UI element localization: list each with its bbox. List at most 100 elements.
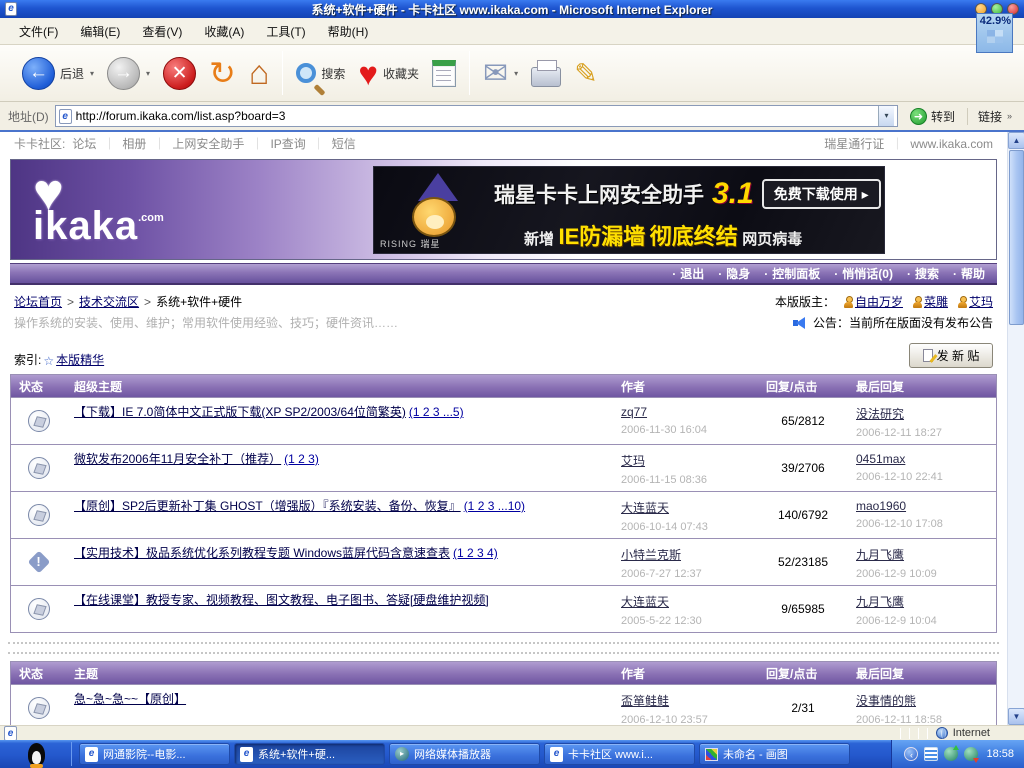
usernav-item[interactable]: ·搜索 xyxy=(907,265,939,282)
start-penguin-icon[interactable] xyxy=(28,743,45,766)
toolbar-separator xyxy=(282,51,283,95)
go-button[interactable]: ➜ 转到 xyxy=(904,108,961,125)
moderator[interactable]: 艾玛 xyxy=(958,293,993,310)
site-link[interactable]: 瑞星通行证 xyxy=(824,135,884,152)
menu-item[interactable]: 帮助(H) xyxy=(317,20,380,43)
last-reply-user-link[interactable]: mao1960 xyxy=(856,499,988,513)
menu-item[interactable]: 工具(T) xyxy=(255,20,316,43)
home-button[interactable]: ⌂ xyxy=(249,57,270,90)
tray-back-icon[interactable]: ‹ xyxy=(904,747,918,761)
last-reply-user-link[interactable]: 九月飞鹰 xyxy=(856,593,988,610)
address-input[interactable]: e http://forum.ikaka.com/list.asp?board=… xyxy=(55,105,898,127)
menu-item[interactable]: 编辑(E) xyxy=(69,20,131,43)
scrollbar-thumb[interactable] xyxy=(1009,150,1024,325)
usernav-item[interactable]: ·帮助 xyxy=(953,265,985,282)
star-icon: ☆ xyxy=(43,354,54,368)
moderator-name[interactable]: 自由万岁 xyxy=(855,293,903,310)
menu-item[interactable]: 查看(V) xyxy=(131,20,193,43)
author-link[interactable]: 大连蓝天 xyxy=(621,499,750,516)
mail-dropdown-icon[interactable]: ▾ xyxy=(514,69,518,78)
last-reply-user-link[interactable]: 九月飞鹰 xyxy=(856,546,988,563)
topic-page-links[interactable]: (1 2 3 ...5) xyxy=(409,405,464,419)
ikaka-logo[interactable]: ♥ ikaka.com xyxy=(33,168,164,249)
taskbar-task-button[interactable]: 未命名 - 画图 xyxy=(699,743,850,765)
topic-title-link[interactable]: 微软发布2006年11月安全补丁（推荐） xyxy=(74,452,281,466)
usernav-item[interactable]: ·隐身 xyxy=(718,265,750,282)
author-link[interactable]: 盃箪鲑鲑 xyxy=(621,692,750,709)
new-post-button[interactable]: 发 新 贴 xyxy=(909,343,993,368)
forward-dropdown-icon[interactable]: ▾ xyxy=(146,69,150,78)
scroll-up-icon[interactable]: ▲ xyxy=(1008,132,1024,149)
moderator[interactable]: 自由万岁 xyxy=(844,293,903,310)
site-link[interactable]: 短信 xyxy=(332,135,356,152)
moderator-name[interactable]: 艾玛 xyxy=(969,293,993,310)
history-button[interactable] xyxy=(432,60,456,87)
last-reply-date: 2006-12-10 17:08 xyxy=(856,518,988,530)
author-link[interactable]: 艾玛 xyxy=(621,452,750,469)
topic-page-links[interactable]: (1 2 3 ...10) xyxy=(464,499,525,513)
rising-ad-banner[interactable]: 瑞星卡卡上网安全助手 3.1 免费下载使用 ▸ 新增 IE防漏墙 彻底终结 网页… xyxy=(373,166,885,254)
topic-page-links[interactable]: (1 2 3 4) xyxy=(453,546,498,560)
ad-download-button[interactable]: 免费下载使用 ▸ xyxy=(762,179,881,209)
user-nav-bar: ·退出 ·隐身 ·控制面板 ·悄悄话(0) ·搜索 ·帮助 xyxy=(10,263,997,285)
author-link[interactable]: 大连蓝天 xyxy=(621,593,750,610)
site-link[interactable]: IP查询 xyxy=(270,135,305,152)
scroll-down-icon[interactable]: ▼ xyxy=(1008,708,1024,725)
usernav-label: 帮助 xyxy=(961,265,985,282)
taskbar-task-button[interactable]: e卡卡社区 www.i... xyxy=(544,743,695,765)
last-reply-user-link[interactable]: 没事情的熊 xyxy=(856,692,988,709)
last-reply-date: 2006-12-11 18:58 xyxy=(856,714,988,725)
site-link[interactable]: 上网安全助手 xyxy=(172,135,244,152)
menu-item[interactable]: 文件(F) xyxy=(8,20,69,43)
search-button[interactable]: 搜索 xyxy=(296,63,345,83)
refresh-button[interactable]: ↻ xyxy=(209,57,236,90)
breadcrumb-item[interactable]: 论坛首页 xyxy=(14,295,62,309)
last-reply-user-link[interactable]: 没法研究 xyxy=(856,405,988,422)
back-button[interactable]: ← 后退 ▾ xyxy=(22,57,94,90)
topic-title-link[interactable]: 急~急~急~~【原创】 xyxy=(74,692,186,706)
taskbar-task-button[interactable]: e网通影院--电影... xyxy=(79,743,230,765)
links-toolbar[interactable]: 链接 » xyxy=(967,108,1020,125)
back-dropdown-icon[interactable]: ▾ xyxy=(90,69,94,78)
board-digest-link[interactable]: 本版精华 xyxy=(56,351,104,368)
usernav-item[interactable]: ·控制面板 xyxy=(764,265,820,282)
taskbar-task-button[interactable]: e系统+软件+硬... xyxy=(234,743,385,765)
site-link[interactable]: www.ikaka.com xyxy=(910,137,993,151)
favorites-button[interactable]: ♥ 收藏夹 xyxy=(358,57,419,90)
tray-ime-icon[interactable] xyxy=(924,747,938,761)
topic-title-link[interactable]: 【下载】IE 7.0简体中文正式版下载(XP SP2/2003/64位简繁英) xyxy=(74,405,406,419)
address-url[interactable]: http://forum.ikaka.com/list.asp?board=3 xyxy=(76,109,874,123)
breadcrumb-item[interactable]: 技术交流区 xyxy=(79,295,139,309)
stop-button[interactable]: ✕ xyxy=(163,57,196,90)
tray-network-up-icon[interactable] xyxy=(944,747,958,761)
site-link-bar: 卡卡社区: 论坛｜相册｜上网安全助手｜IP查询｜短信 瑞星通行证｜www.ika… xyxy=(0,132,1007,155)
last-reply-user-link[interactable]: 0451max xyxy=(856,452,988,466)
usernav-item[interactable]: ·退出 xyxy=(672,265,704,282)
moderator-name[interactable]: 菜雕 xyxy=(924,293,948,310)
usernav-item[interactable]: ·悄悄话(0) xyxy=(834,265,893,282)
moderator[interactable]: 菜雕 xyxy=(913,293,948,310)
tray-network-down-icon[interactable] xyxy=(964,747,978,761)
table-row: 【下载】IE 7.0简体中文正式版下载(XP SP2/2003/64位简繁英)(… xyxy=(11,397,996,444)
menu-item[interactable]: 收藏(A) xyxy=(193,20,255,43)
header-banner[interactable]: ♥ ikaka.com 瑞星卡卡上网安全助手 3.1 免费下载使用 ▸ 新增 xyxy=(10,159,997,260)
topic-title-link[interactable]: 【原创】SP2后更新补丁集 GHOST（增强版）『系统安装、备份、恢复』 xyxy=(74,499,461,513)
taskbar-task-button[interactable]: ▸网络媒体播放器 xyxy=(389,743,540,765)
address-label: 地址(D) xyxy=(8,108,49,125)
column-header: 作者 xyxy=(613,665,758,682)
edit-button[interactable]: ✎ xyxy=(574,57,597,90)
post-date: 2006-11-30 16:04 xyxy=(621,424,750,436)
print-button[interactable] xyxy=(531,59,561,87)
address-dropdown-icon[interactable]: ▾ xyxy=(878,106,894,126)
topic-title-link[interactable]: 【在线课堂】教授专家、视频教程、图文教程、电子图书、答疑[硬盘维护视频] xyxy=(74,593,489,607)
forward-button[interactable]: → ▾ xyxy=(107,57,150,90)
topic-title-link[interactable]: 【实用技术】极品系统优化系列教程专题 Windows蓝屏代码含意速查表 xyxy=(74,546,450,560)
author-link[interactable]: zq77 xyxy=(621,405,750,419)
table-row: 【实用技术】极品系统优化系列教程专题 Windows蓝屏代码含意速查表(1 2 … xyxy=(11,538,996,585)
mail-button[interactable]: ✉ ▾ xyxy=(483,57,518,90)
vertical-scrollbar[interactable]: ▲ ▼ xyxy=(1007,132,1024,725)
site-link[interactable]: 相册 xyxy=(122,135,146,152)
topic-page-links[interactable]: (1 2 3) xyxy=(284,452,319,466)
site-link[interactable]: 论坛 xyxy=(72,135,96,152)
author-link[interactable]: 小特兰克斯 xyxy=(621,546,750,563)
